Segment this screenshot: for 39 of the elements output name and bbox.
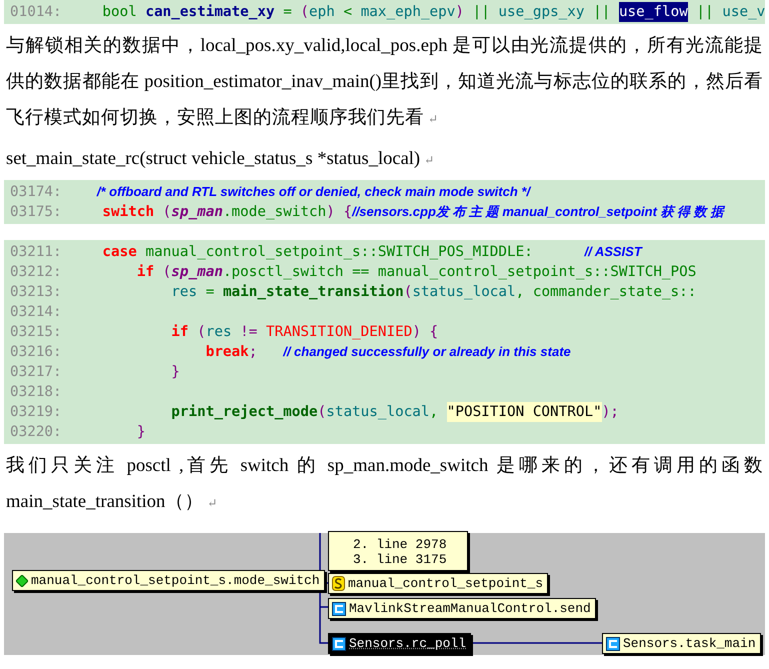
code-line: switch (sp_man.mode_switch) {//sensors.cpp发 布 主 题 manual_control_setpoint 获 得 数 据 <box>101 203 724 222</box>
graph-node[interactable]: manual_control_setpoint_s <box>328 573 548 594</box>
code-line: if (res != TRANSITION_DENIED) { <box>170 323 438 342</box>
line-number: 03217: <box>10 363 63 382</box>
paragraph: 与解锁相关的数据中，local_pos.xy_valid,local_pos.eph 是可以由光流提供的，所有光流能提供的数据都能在 position_estimator_inav_main()里找到，知道光流与标志位的联系的，然后看飞行模式如何切换，安照上图的流程顺序我们先看 ↵ <box>6 34 763 130</box>
code-line: case manual_control_setpoint_s::SWITCH_POS_MIDDLE: // ASSIST <box>101 243 642 262</box>
function-signature: set_main_state_rc(struct vehicle_status_s *status_local) ↵ <box>6 148 436 171</box>
struct-icon <box>332 576 345 591</box>
paragraph: 我们只关注 posctl ,首先 switch 的 sp_man.mode_switch 是哪来的，还有调用的函数 main_state_transition（） ↵ <box>6 454 763 514</box>
line-number: 01014: <box>10 3 63 22</box>
list-item: 3. line 3175 <box>353 552 448 567</box>
graph-node[interactable]: MavlinkStreamManualControl.send <box>328 598 596 619</box>
list-item: 2. line 2978 <box>353 537 448 552</box>
code-line: res = main_state_transition(status_local, commander_state_s:: <box>170 283 696 302</box>
class-icon <box>332 636 346 650</box>
diamond-icon <box>16 574 28 586</box>
line-number: 03214: <box>10 303 63 322</box>
line-number: 03216: <box>10 343 63 362</box>
graph-node[interactable]: manual_control_setpoint_s.mode_switch <box>12 570 325 591</box>
line-number: 03220: <box>10 423 63 442</box>
code-line: /* offboard and RTL switches off or denied, check main mode switch */ <box>96 183 530 201</box>
graph-node[interactable]: Sensors.task_main <box>602 633 761 654</box>
line-number: 03215: <box>10 323 63 342</box>
code-line: } <box>136 423 146 442</box>
code-line: break; // changed successfully or already in this state <box>204 343 571 362</box>
code-line: } <box>170 363 180 382</box>
line-number: 03219: <box>10 403 63 422</box>
line-number: 03213: <box>10 283 63 302</box>
line-number: 03218: <box>10 383 63 402</box>
code-line: print_reject_mode(status_local, "POSITION CONTROL"); <box>170 402 619 422</box>
class-icon <box>332 602 346 616</box>
line-number: 03175: <box>10 203 63 222</box>
line-number: 03211: <box>10 243 63 262</box>
line-number: 03212: <box>10 263 63 282</box>
graph-node[interactable]: Sensors.rc_poll <box>328 633 472 654</box>
class-icon <box>606 636 620 650</box>
line-number: 03174: <box>10 183 63 202</box>
code-line: bool can_estimate_xy = (eph < max_eph_epv) || use_gps_xy || use_flow || use_v <box>101 2 766 22</box>
code-line: if (sp_man.posctl_switch == manual_control_setpoint_s::SWITCH_POS <box>136 263 696 282</box>
